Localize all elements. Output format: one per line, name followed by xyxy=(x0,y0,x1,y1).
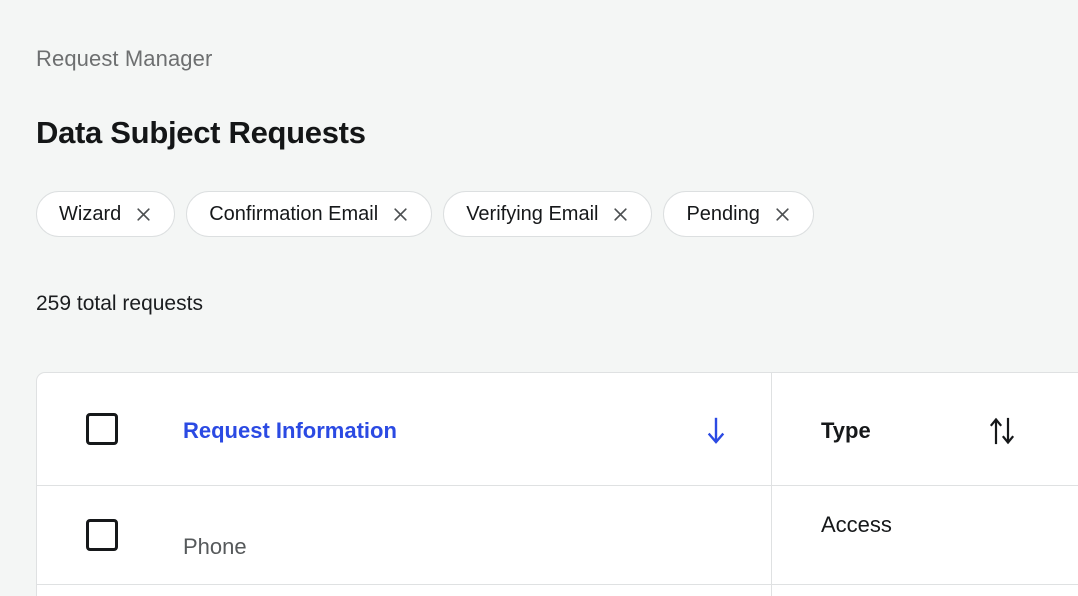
row-request-information-value: Phone xyxy=(183,534,247,559)
table-row[interactable]: Phone Access xyxy=(37,486,1078,585)
row-cell-request-information[interactable] xyxy=(37,585,772,596)
filter-chip-confirmation-email[interactable]: Confirmation Email xyxy=(186,191,433,237)
filter-chip-pending[interactable]: Pending xyxy=(663,191,814,237)
arrow-down-icon[interactable] xyxy=(705,416,727,446)
breadcrumb[interactable]: Request Manager xyxy=(36,46,212,72)
filter-chip-label: Verifying Email xyxy=(466,203,599,225)
requests-table: Request Information Type Phone Access xyxy=(36,372,1078,596)
page-title: Data Subject Requests xyxy=(36,114,366,150)
total-requests-count: 259 total requests xyxy=(36,292,203,315)
close-icon[interactable] xyxy=(612,206,629,223)
header-cell-request-information[interactable]: Request Information xyxy=(37,373,772,485)
table-header-row: Request Information Type xyxy=(37,373,1078,486)
close-icon[interactable] xyxy=(774,206,791,223)
sort-both-icon[interactable] xyxy=(987,416,1017,446)
filter-chip-verifying-email[interactable]: Verifying Email xyxy=(443,191,653,237)
data-subject-requests-page: Request Manager Data Subject Requests Wi… xyxy=(0,0,1078,596)
row-cell-request-information[interactable]: Phone xyxy=(37,486,772,584)
column-header-label-request-information[interactable]: Request Information xyxy=(183,418,397,444)
close-icon[interactable] xyxy=(392,206,409,223)
filter-chip-label: Wizard xyxy=(59,203,122,225)
column-header-label-type[interactable]: Type xyxy=(821,418,871,444)
filter-chip-list: Wizard Confirmation Email Verifying Emai… xyxy=(36,191,814,237)
close-icon[interactable] xyxy=(135,206,152,223)
filter-chip-wizard[interactable]: Wizard xyxy=(36,191,176,237)
header-cell-type[interactable]: Type xyxy=(772,373,1078,485)
row-select-checkbox[interactable] xyxy=(86,519,118,551)
select-all-checkbox[interactable] xyxy=(86,413,118,445)
filter-chip-label: Pending xyxy=(686,203,760,225)
row-type-value: Access xyxy=(821,512,892,537)
filter-chip-label: Confirmation Email xyxy=(209,203,379,225)
table-row[interactable] xyxy=(37,585,1078,596)
row-cell-type[interactable] xyxy=(772,585,1078,596)
row-cell-type[interactable]: Access xyxy=(772,486,1078,584)
